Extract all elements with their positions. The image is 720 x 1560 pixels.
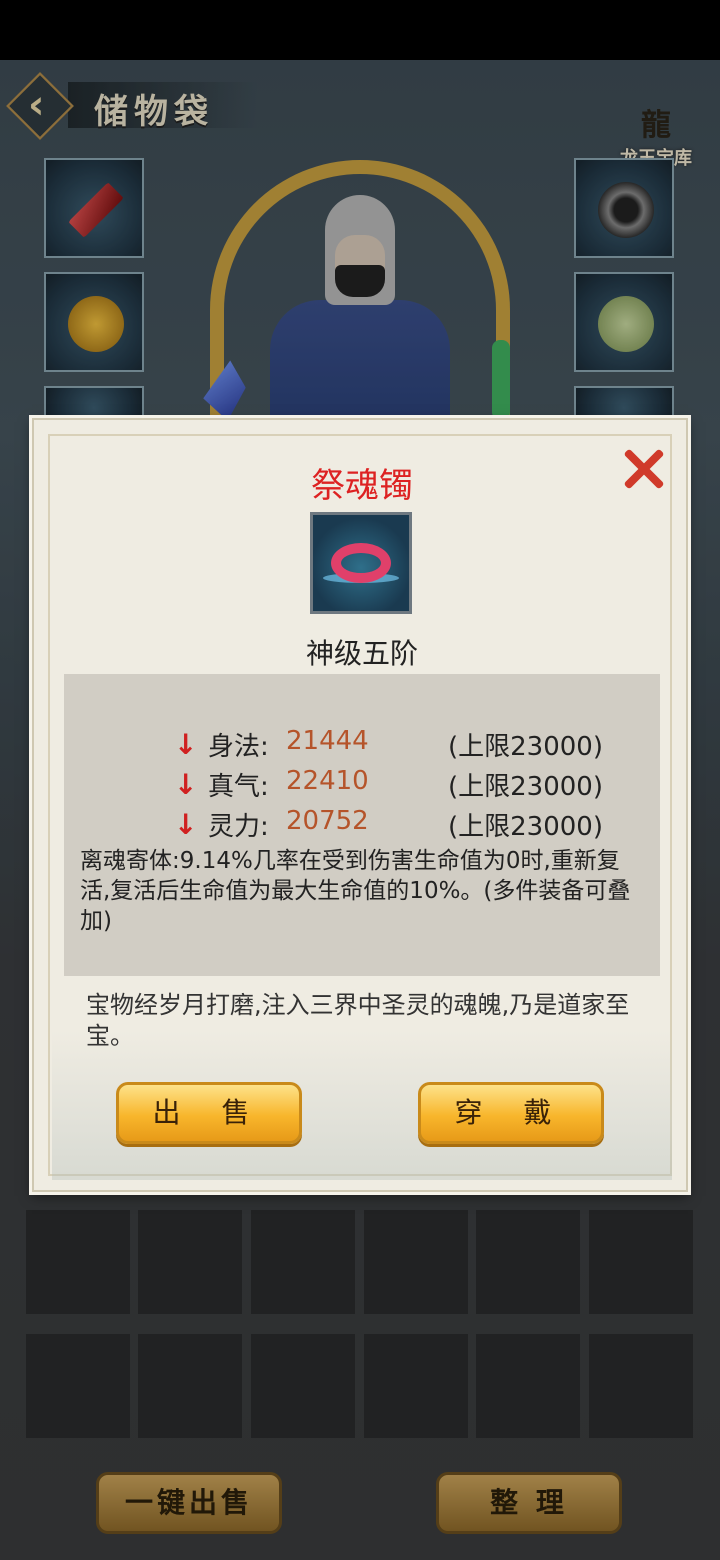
status-bar (0, 0, 720, 60)
equip-button[interactable]: 穿 戴 (418, 1082, 604, 1144)
special-effect-text: 离魂寄体:9.14%几率在受到伤害生命值为0时,重新复活,复活后生命值为最大生命… (80, 848, 631, 934)
bracelet-icon (331, 543, 391, 583)
arrow-down-icon: ↓ (174, 728, 198, 761)
item-grade: 神级五阶 (305, 637, 418, 670)
stat-row: ↓ 真气: 22410 (上限23000) (174, 766, 603, 802)
stats-panel: ↓ 身法: 21444 (上限23000) ↓ 真气: 22410 (上限230… (64, 674, 660, 976)
close-button[interactable] (620, 446, 666, 492)
item-icon (310, 512, 412, 614)
arrow-down-icon: ↓ (174, 808, 198, 841)
item-name: 祭魂镯 (311, 466, 413, 506)
item-detail-dialog: 祭魂镯 神级五阶 ↓ 身法: 21444 (上限23000) ↓ 真气: 224… (32, 418, 688, 1192)
stat-row: ↓ 身法: 21444 (上限23000) (174, 726, 603, 762)
arrow-down-icon: ↓ (174, 768, 198, 801)
sell-button[interactable]: 出 售 (116, 1082, 302, 1144)
stat-row: ↓ 灵力: 20752 (上限23000) (174, 806, 603, 842)
item-description: 宝物经岁月打磨,注入三界中圣灵的魂魄,乃是道家至宝。 (86, 991, 630, 1050)
